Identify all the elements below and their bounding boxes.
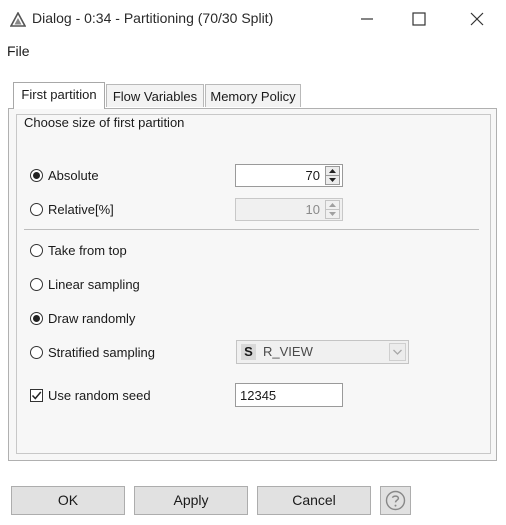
close-icon[interactable]: [466, 8, 488, 30]
spinner-arrows-icon[interactable]: [325, 200, 340, 219]
apply-button[interactable]: Apply: [134, 486, 248, 515]
absolute-label: Absolute: [48, 168, 99, 183]
random-seed-input[interactable]: [235, 383, 343, 407]
spinner-arrows-icon[interactable]: [325, 166, 340, 185]
relative-radio[interactable]: [30, 203, 43, 216]
random-seed-label: Use random seed: [48, 388, 151, 403]
take-from-top-radio[interactable]: [30, 244, 43, 257]
stratified-column-value: R_VIEW: [263, 344, 313, 359]
stratified-sampling-radio[interactable]: [30, 346, 43, 359]
take-from-top-label: Take from top: [48, 243, 127, 258]
linear-sampling-label: Linear sampling: [48, 277, 140, 292]
menu-file[interactable]: File: [7, 43, 30, 59]
tab-memory-policy[interactable]: Memory Policy: [205, 84, 301, 107]
random-seed-checkbox[interactable]: [30, 389, 43, 402]
group-title: Choose size of first partition: [24, 115, 185, 130]
chevron-down-icon[interactable]: [389, 343, 406, 361]
linear-sampling-radio[interactable]: [30, 278, 43, 291]
string-type-icon: S: [241, 344, 256, 360]
triangle-app-icon: [10, 12, 26, 27]
maximize-icon[interactable]: [408, 8, 430, 30]
checkmark-icon: [31, 391, 42, 400]
draw-randomly-radio[interactable]: [30, 312, 43, 325]
menu-bar: File: [0, 40, 506, 64]
divider: [24, 229, 479, 230]
draw-randomly-label: Draw randomly: [48, 311, 136, 326]
relative-value: 10: [305, 202, 320, 217]
window-title: Dialog - 0:34 - Partitioning (70/30 Spli…: [32, 10, 274, 26]
tab-first-partition[interactable]: First partition: [13, 82, 105, 109]
help-button[interactable]: [380, 486, 411, 515]
absolute-radio[interactable]: [30, 169, 43, 182]
relative-spinner[interactable]: 10: [235, 198, 343, 221]
absolute-spinner[interactable]: 70: [235, 164, 343, 187]
ok-button[interactable]: OK: [11, 486, 125, 515]
stratified-sampling-label: Stratified sampling: [48, 345, 155, 360]
question-mark-icon: [385, 490, 406, 511]
stratified-column-select[interactable]: S R_VIEW: [236, 340, 409, 364]
title-bar: Dialog - 0:34 - Partitioning (70/30 Spli…: [0, 0, 506, 38]
minimize-icon[interactable]: [356, 8, 378, 30]
cancel-button[interactable]: Cancel: [257, 486, 371, 515]
relative-label: Relative[%]: [48, 202, 114, 217]
tab-flow-variables[interactable]: Flow Variables: [106, 84, 204, 107]
absolute-value: 70: [305, 168, 320, 183]
